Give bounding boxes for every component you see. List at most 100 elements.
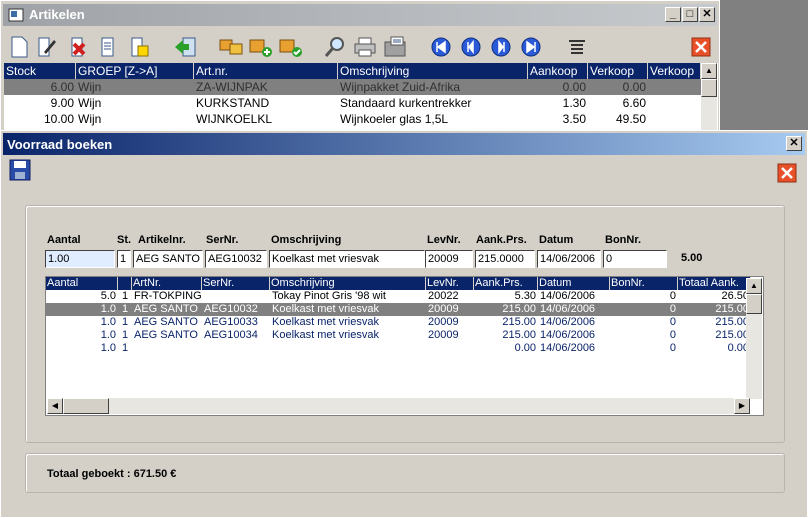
column-header[interactable]: Verkoop [588,63,648,79]
column-header[interactable]: Totaal Aank. [678,277,751,290]
table-row[interactable]: 1.0 1 AEG SANTO AEG10033 Koelkast met vr… [46,316,751,329]
artikelen-titlebar[interactable]: Artikelen _ □ ✕ [3,4,717,26]
scroll-up-icon[interactable]: ▲ [701,63,717,79]
column-header[interactable]: Art.nr. [194,63,338,79]
artikelen-grid[interactable]: Stock GROEP [Z->A] Art.nr. Omschrijving … [4,63,718,131]
column-header[interactable]: Omschrijving [338,63,528,79]
cell-totaal: 215.00 [715,316,749,328]
voorraad-window[interactable]: Voorraad boeken ✕ Aantal St. Artikelnr. … [0,130,808,518]
next-icon[interactable] [487,33,515,61]
cell-groep: Wijn [78,96,102,110]
cell-aantal: 1.0 [100,303,116,315]
cell-omschrijving: Wijnpakket Zuid-Afrika [340,80,461,94]
print-icon[interactable] [351,33,379,61]
save-icon[interactable] [9,159,31,181]
horizontal-scrollbar[interactable]: ◀ ▶ [47,398,750,414]
table-row[interactable]: 5.0 1 FR-TOKPINGF Tokay Pinot Gris '98 w… [46,290,751,303]
copy-icon[interactable] [95,33,123,61]
cell-artnr: WIJNKOELKL [196,112,273,126]
vertical-scrollbar[interactable]: ▲ [746,278,762,399]
maximize-button[interactable]: □ [682,7,698,22]
levnr-field[interactable]: 20009 [425,250,473,268]
check-box-icon[interactable] [277,33,305,61]
cell-totaal: 215.00 [715,303,749,315]
omschrijving-field[interactable]: Koelkast met vriesvak [269,250,425,268]
delete-icon[interactable] [65,33,93,61]
minimize-button[interactable]: _ [665,7,681,22]
column-header[interactable]: ArtNr. [132,277,202,290]
column-header[interactable]: LevNr. [426,277,474,290]
cell-st: 1 [122,342,129,354]
column-header[interactable]: Verkoop [648,63,701,79]
cell-datum: 14/06/2006 [540,303,596,315]
table-row[interactable]: 6.00 Wijn ZA-WIJNPAK Wijnpakket Zuid-Afr… [4,79,701,95]
aankprs-field[interactable]: 215.0000 [475,250,535,268]
boxes-icon[interactable] [217,33,245,61]
table-row[interactable]: 10.00 Wijn WIJNKOELKL Wijnkoeler glas 1,… [4,111,701,127]
fax-icon[interactable] [381,33,409,61]
columns-icon[interactable] [563,33,591,61]
column-header[interactable]: SerNr. [202,277,270,290]
column-header[interactable]: Datum [538,277,610,290]
cell-bonnr: 0 [669,342,676,354]
edit-icon[interactable] [33,33,61,61]
column-header[interactable] [118,277,132,290]
cell-st: 1 [122,290,129,302]
cell-omschrijving [272,342,426,355]
artikelen-window[interactable]: Artikelen _ □ ✕ Stock GROEP [Z->A] Art.n… [0,0,720,135]
cell-aantal: 1.0 [100,316,116,328]
scroll-thumb[interactable] [746,294,762,314]
booking-grid[interactable]: Aantal ArtNr. SerNr. Omschrijving LevNr.… [45,276,764,416]
close-button[interactable]: ✕ [786,136,802,151]
add-box-icon[interactable] [247,33,275,61]
table-row[interactable]: 1.0 1 AEG SANTO AEG10032 Koelkast met vr… [46,303,751,316]
voorraad-titlebar[interactable]: Voorraad boeken ✕ [3,133,805,155]
bonnr-field[interactable]: 0 [603,250,667,268]
close-icon[interactable] [687,33,715,61]
cell-aantal: 1.0 [100,329,116,341]
close-icon[interactable] [777,163,797,183]
column-header[interactable]: Aank.Prs. [474,277,538,290]
cell-st: 1 [122,329,129,341]
scroll-thumb[interactable] [63,398,109,414]
cell-aankprs: 215.00 [502,329,536,341]
cell-datum: 14/06/2006 [540,342,596,354]
sernr-field[interactable]: AEG10032 [205,250,267,268]
table-row[interactable]: 9.00 Wijn KURKSTAND Standaard kurkentrek… [4,95,701,111]
import-icon[interactable] [171,33,199,61]
artikelnr-field[interactable]: AEG SANTO [133,250,203,268]
report-icon[interactable] [125,33,153,61]
column-header[interactable]: Aankoop [528,63,588,79]
column-header[interactable]: BonNr. [610,277,678,290]
scroll-right-icon[interactable]: ▶ [734,398,750,414]
datum-field[interactable]: 14/06/2006 [537,250,601,268]
column-header[interactable]: GROEP [Z->A] [76,63,194,79]
cell-sernr [204,290,270,303]
last-icon[interactable] [517,33,545,61]
table-row[interactable]: 1.0 1 0.00 14/06/2006 0 0.00 [46,342,751,355]
cell-bonnr: 0 [669,329,676,341]
scroll-left-icon[interactable]: ◀ [47,398,63,414]
cell-groep: Wijn [78,80,102,94]
cell-artnr [134,342,202,355]
scroll-thumb[interactable] [701,79,717,97]
close-button[interactable]: ✕ [699,7,715,22]
cell-levnr: 20022 [428,290,459,302]
column-header[interactable]: Stock [4,63,76,79]
cell-aankoop: 0.00 [562,80,586,94]
cell-datum: 14/06/2006 [540,290,596,302]
cell-aankoop: 1.30 [562,96,586,110]
window-title: Artikelen [29,7,85,22]
previous-icon[interactable] [457,33,485,61]
cell-omschrijving: Tokay Pinot Gris '98 wit [272,290,386,302]
st-field[interactable]: 1 [117,250,131,268]
vertical-scrollbar[interactable]: ▲ [701,63,717,131]
first-icon[interactable] [427,33,455,61]
search-icon[interactable] [321,33,349,61]
scroll-up-icon[interactable]: ▲ [746,278,762,294]
column-header[interactable]: Omschrijving [270,277,426,290]
aantal-field[interactable]: 1.00 [45,250,115,268]
column-header[interactable]: Aantal [46,277,118,290]
new-document-icon[interactable] [5,33,33,61]
table-row[interactable]: 1.0 1 AEG SANTO AEG10034 Koelkast met vr… [46,329,751,342]
